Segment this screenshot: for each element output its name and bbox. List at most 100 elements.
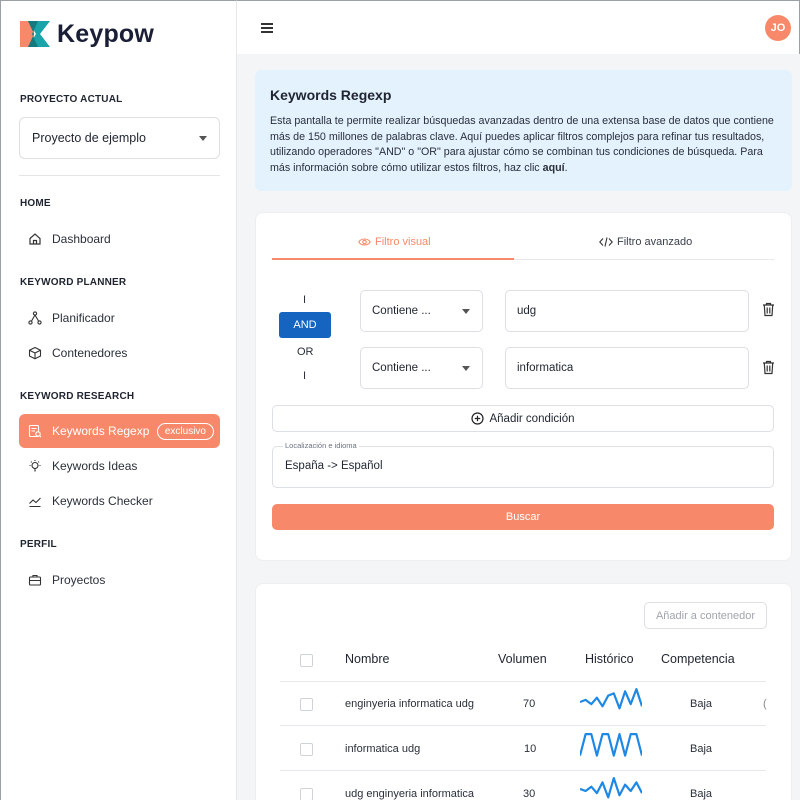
table-divider (280, 770, 766, 771)
briefcase-icon (27, 572, 43, 588)
column-header-history[interactable]: Histórico (585, 652, 634, 666)
input-value: informatica (517, 362, 574, 374)
info-end: . (564, 161, 568, 174)
row-competition: Baja (690, 743, 713, 755)
add-to-container-button[interactable]: Añadir a contenedor (644, 602, 767, 629)
select-value: Contiene ... (372, 305, 431, 317)
sidebar-item-contenedores[interactable]: Contenedores (19, 336, 220, 370)
row-competition: Baja (690, 698, 713, 710)
sidebar-item-dashboard[interactable]: Dashboard (19, 222, 220, 256)
section-label-profile: PERFIL (20, 539, 57, 550)
project-section-label: PROYECTO ACTUAL (20, 94, 123, 105)
search-button[interactable]: Buscar (272, 504, 774, 530)
row-checkbox[interactable] (300, 743, 313, 756)
condition-operator-select[interactable]: Contiene ... (360, 290, 483, 332)
info-description: Esta pantalla te permite realizar búsque… (270, 115, 774, 174)
page-title: Keywords Regexp (270, 87, 392, 103)
tab-advanced-filter[interactable]: Filtro avanzado (599, 236, 692, 248)
sidebar-item-label: Keywords Ideas (52, 459, 138, 473)
row-name: udg enginyeria informatica (345, 788, 475, 800)
info-panel: Keywords Regexp Esta pantalla te permite… (255, 70, 792, 191)
sidebar-item-proyectos[interactable]: Proyectos (19, 563, 220, 597)
menu-icon[interactable] (261, 23, 273, 36)
sparkline-line (580, 776, 642, 799)
home-icon (27, 231, 43, 247)
project-select[interactable]: Proyecto de ejemplo (19, 117, 220, 159)
add-condition-button[interactable]: Añadir condición (272, 405, 774, 432)
or-operator-button[interactable]: OR (297, 346, 314, 358)
code-icon (599, 237, 613, 247)
column-header-competition[interactable]: Competencia (661, 652, 735, 666)
chart-icon (27, 493, 43, 509)
bulb-icon (27, 458, 43, 474)
row-volume: 30 (523, 788, 536, 800)
logic-connector-top: I (303, 294, 307, 306)
box-icon (27, 345, 43, 361)
row-competition: Baja (690, 788, 713, 800)
exclusive-badge: exclusivo (156, 422, 214, 440)
condition-value-input[interactable]: udg (505, 290, 749, 332)
sidebar-item-label: Keywords Regexp (52, 424, 150, 438)
table-divider (280, 681, 766, 682)
row-volume: 10 (524, 743, 537, 755)
column-header-name[interactable]: Nombre (345, 652, 389, 666)
sidebar-divider (19, 175, 220, 176)
select-all-checkbox[interactable] (300, 654, 313, 667)
row-overflow: ( (763, 698, 767, 710)
row-checkbox[interactable] (300, 788, 313, 800)
row-name: informatica udg (345, 743, 421, 755)
logo[interactable]: Keypow (20, 19, 154, 49)
avatar[interactable]: JO (765, 15, 791, 41)
section-label-planner: KEYWORD PLANNER (20, 277, 127, 288)
active-tab-indicator (272, 258, 514, 260)
logo-mark-icon (20, 19, 50, 49)
section-label-home: HOME (20, 198, 51, 209)
plus-circle-icon (471, 412, 485, 425)
row-checkbox[interactable] (300, 698, 313, 711)
delete-condition-icon[interactable] (762, 360, 776, 376)
history-sparkline (580, 732, 642, 757)
regexp-icon (27, 423, 43, 439)
sidebar-item-keywords-regexp[interactable]: Keywords Regexp exclusivo (19, 414, 220, 448)
sidebar-item-label: Dashboard (52, 232, 111, 246)
table-divider (280, 725, 766, 726)
sidebar-item-keywords-ideas[interactable]: Keywords Ideas (19, 449, 220, 483)
logic-connector-bottom: I (303, 370, 307, 382)
column-header-volume[interactable]: Volumen (498, 652, 547, 666)
sidebar-item-label: Contenedores (52, 346, 128, 360)
sidebar-item-label: Planificador (52, 311, 115, 325)
topbar: JO (237, 0, 800, 54)
eye-icon (358, 238, 371, 246)
logo-text: Keypow (57, 19, 155, 48)
location-language-field[interactable]: Localización e idioma España -> Español (272, 441, 774, 488)
chevron-down-icon (462, 366, 470, 371)
history-sparkline (580, 687, 642, 710)
chevron-down-icon (199, 136, 207, 141)
sidebar-item-label: Proyectos (52, 573, 106, 587)
location-label: Localización e idioma (283, 441, 359, 450)
and-operator-button[interactable]: AND (279, 312, 331, 338)
sidebar-item-keywords-checker[interactable]: Keywords Checker (19, 484, 220, 518)
location-value: España -> Español (285, 460, 383, 472)
project-select-value: Proyecto de ejemplo (32, 131, 146, 145)
sidebar-item-planificador[interactable]: Planificador (19, 301, 220, 335)
sparkline-line (580, 687, 642, 710)
add-condition-label: Añadir condición (489, 412, 575, 425)
delete-condition-icon[interactable] (762, 302, 776, 318)
chevron-down-icon (462, 309, 470, 314)
input-value: udg (517, 305, 537, 317)
sparkline-line (580, 732, 642, 757)
condition-operator-select[interactable]: Contiene ... (360, 347, 483, 389)
row-name: enginyeria informatica udg (345, 698, 475, 710)
tab-visual-filter[interactable]: Filtro visual (358, 236, 431, 248)
tab-label: Filtro visual (375, 236, 431, 248)
select-value: Contiene ... (372, 362, 431, 374)
filter-tabs: Filtro visual Filtro avanzado (272, 226, 774, 260)
info-link[interactable]: aquí (543, 162, 565, 174)
section-label-research: KEYWORD RESEARCH (20, 391, 135, 402)
info-text: Esta pantalla te permite realizar búsque… (270, 114, 777, 176)
sidebar: Keypow PROYECTO ACTUAL Proyecto de ejemp… (0, 0, 237, 800)
branch-icon (27, 310, 43, 326)
sidebar-item-label: Keywords Checker (52, 494, 153, 508)
condition-value-input[interactable]: informatica (505, 347, 749, 389)
